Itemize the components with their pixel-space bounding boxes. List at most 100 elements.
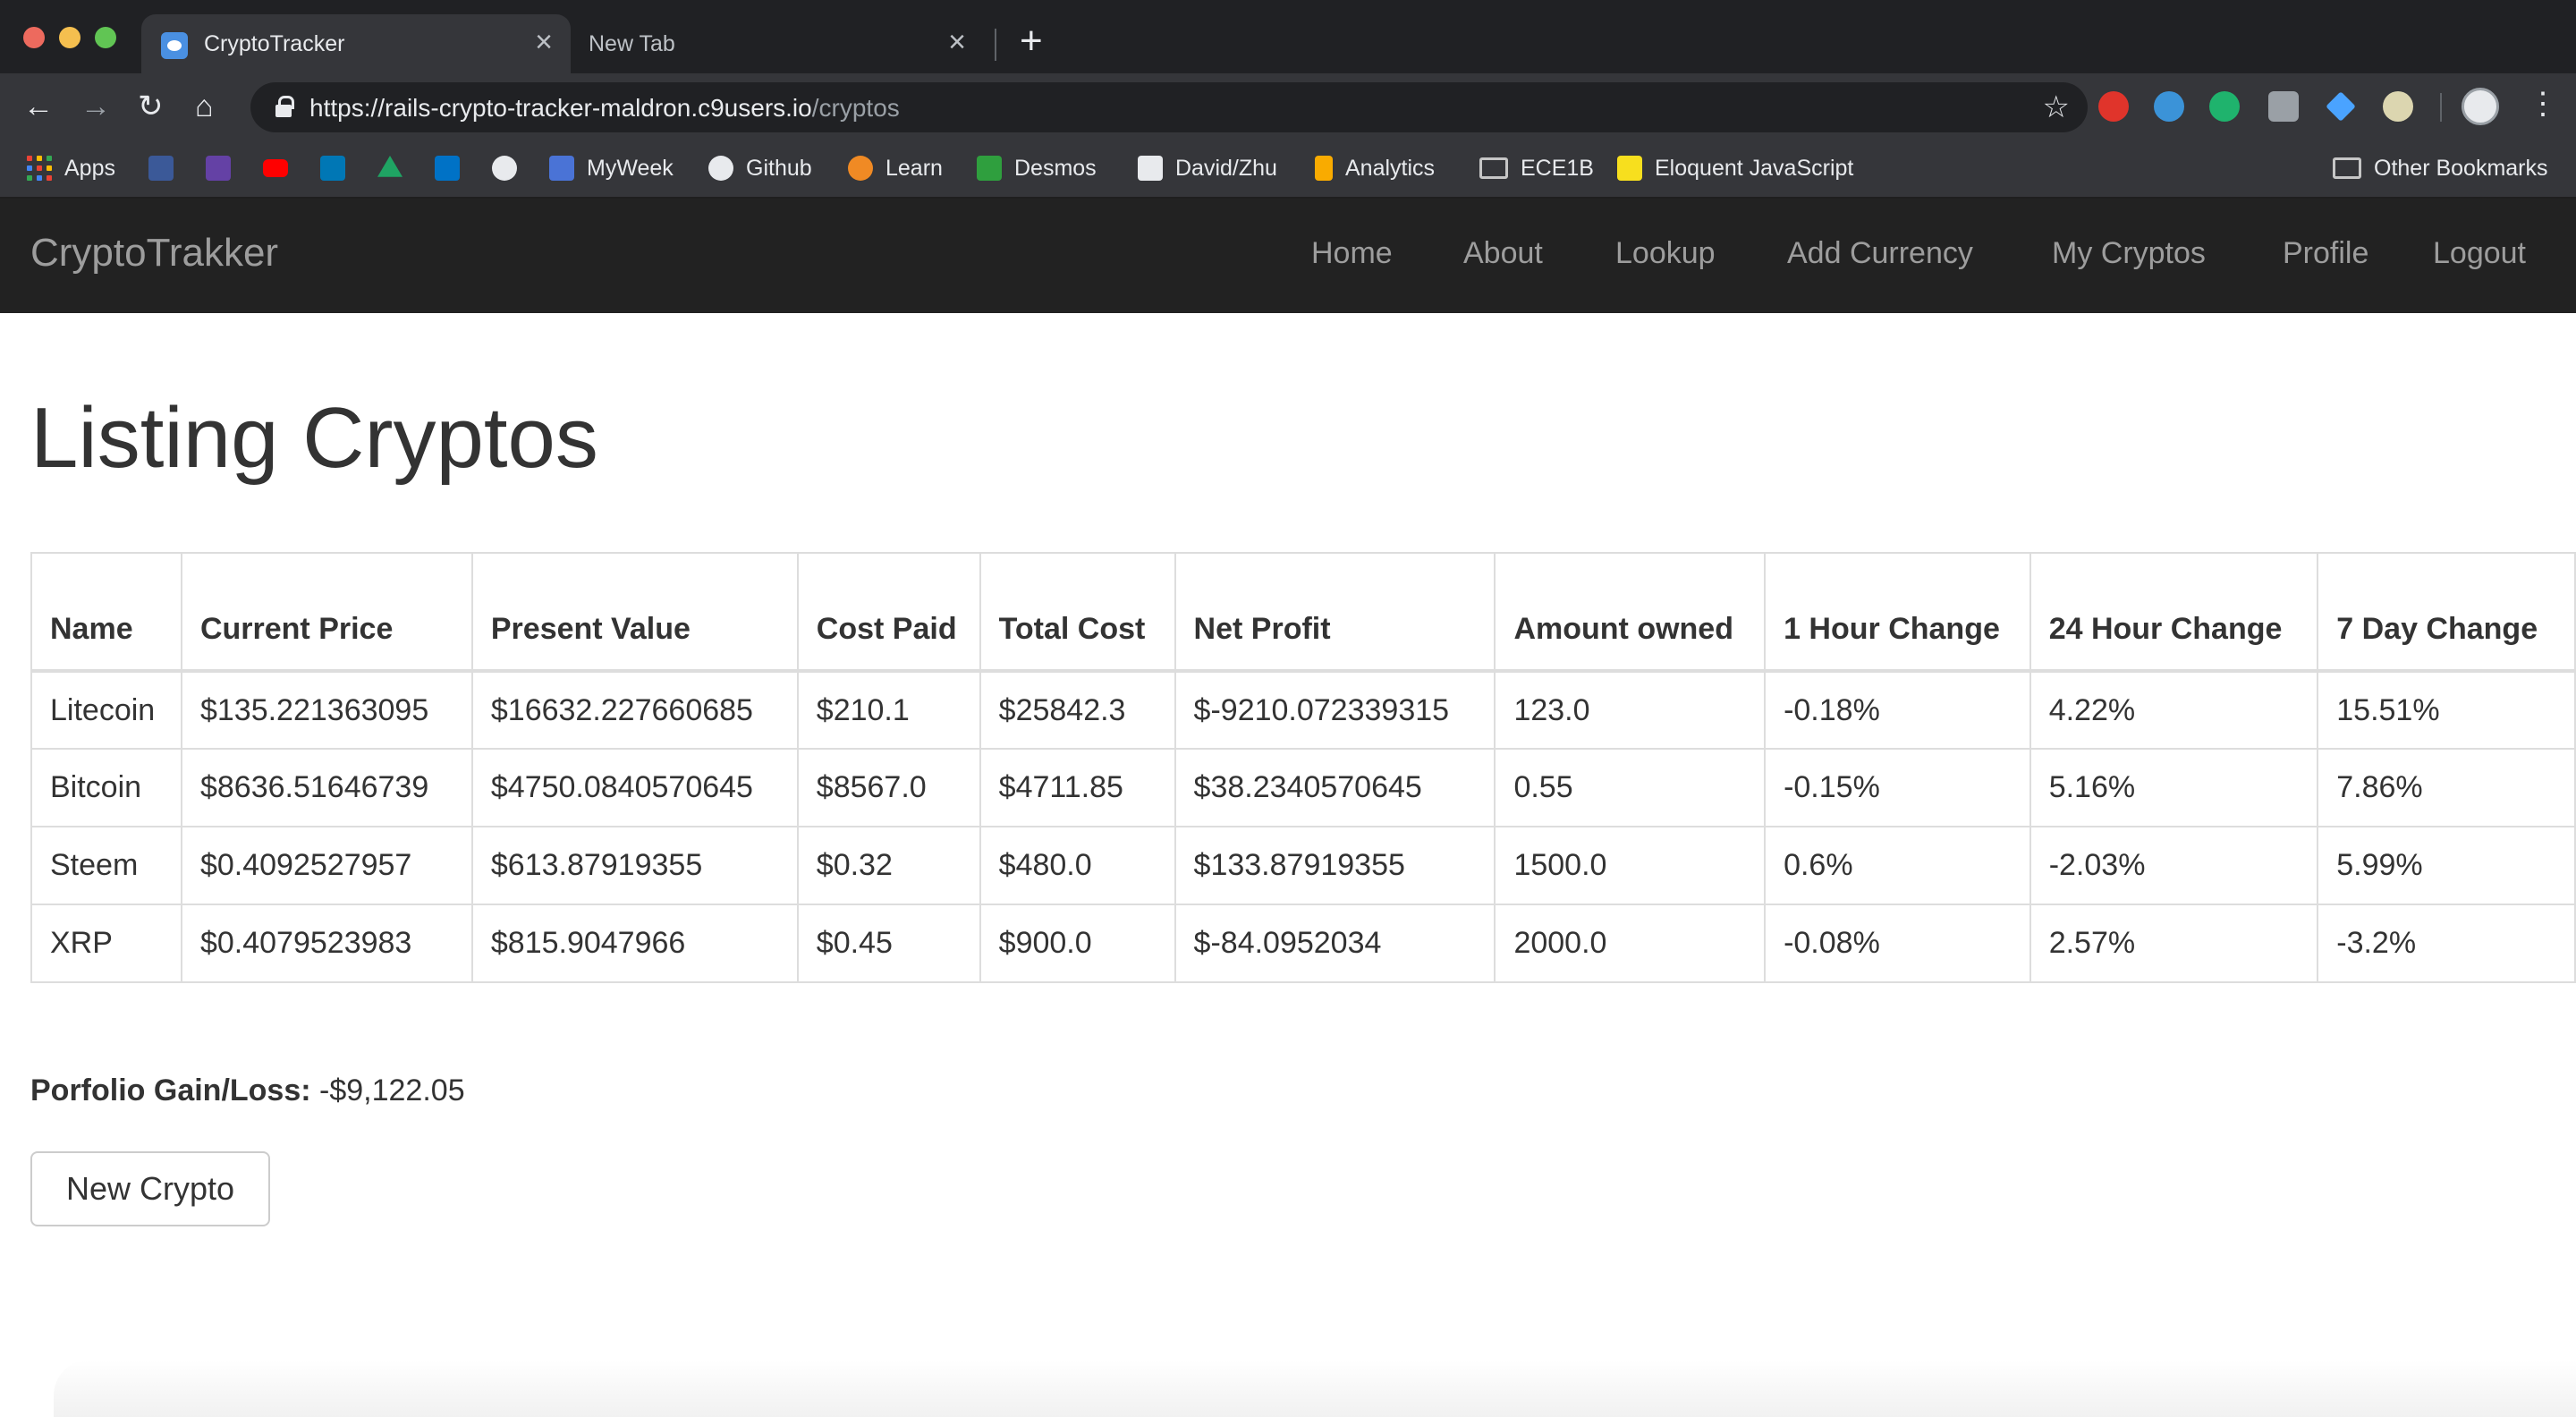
nav-profile[interactable]: Profile [2283, 236, 2368, 271]
bookmark-outlook[interactable] [435, 150, 460, 186]
bookmark-star-icon[interactable]: ☆ [2043, 89, 2070, 125]
adblock-extension-icon[interactable] [2098, 91, 2129, 122]
table-cell: $8567.0 [796, 748, 981, 827]
lock-icon[interactable] [275, 96, 294, 117]
bookmark-label: Analytics [1345, 155, 1436, 181]
table-cell: 5.16% [2029, 748, 2319, 827]
nav-lookup[interactable]: Lookup [1615, 236, 1716, 271]
address-bar[interactable]: https://rails-crypto-tracker-maldron.c9u… [250, 82, 2088, 132]
table-cell: $25842.3 [979, 670, 1176, 750]
folder-icon [1479, 157, 1508, 179]
tab-close-icon[interactable]: × [948, 27, 966, 57]
new-crypto-button[interactable]: New Crypto [30, 1151, 270, 1226]
tab-cryptotracker[interactable]: CryptoTracker × [141, 14, 571, 73]
column-header: Total Cost [979, 552, 1176, 673]
back-arrow-icon[interactable]: ← [23, 89, 54, 123]
bookmark-globe[interactable] [492, 150, 517, 186]
table-cell: 123.0 [1494, 670, 1767, 750]
table-cell: XRP [30, 904, 182, 983]
lightbulb-extension-icon[interactable] [2383, 91, 2413, 122]
cryptos-table: Name Current Price Present Value Cost Pa… [30, 552, 2576, 983]
url-text[interactable]: https://rails-crypto-tracker-maldron.c9u… [309, 94, 900, 123]
nav-my-cryptos[interactable]: My Cryptos [2052, 236, 2206, 271]
nav-about[interactable]: About [1463, 236, 1543, 271]
table-cell: $815.9047966 [470, 904, 799, 983]
bookmark-david-zhu[interactable]: David/Zhu [1138, 150, 1277, 186]
reload-icon[interactable]: ↻ [138, 89, 164, 123]
brand-link[interactable]: CryptoTrakker [30, 231, 278, 276]
bookmark-myweek[interactable]: MyWeek [549, 150, 674, 186]
forward-arrow-icon[interactable]: → [80, 89, 111, 123]
minimize-window-button[interactable] [59, 27, 80, 48]
nav-home[interactable]: Home [1311, 236, 1393, 271]
grammarly-extension-icon[interactable] [2209, 91, 2240, 122]
column-header: Cost Paid [796, 552, 981, 673]
bookmark-desmos[interactable]: Desmos [977, 150, 1097, 186]
bookmark-github[interactable]: Github [708, 150, 812, 186]
table-cell: 5.99% [2317, 826, 2576, 905]
table-cell: -0.15% [1764, 748, 2031, 827]
tab-divider [995, 29, 996, 61]
ejs-icon [1617, 156, 1642, 181]
nav-logout[interactable]: Logout [2433, 236, 2526, 271]
bookmarks-bar: Apps MyWeek Github Learn Desmos David/Zh… [0, 140, 2576, 199]
table-cell: 15.51% [2317, 670, 2576, 750]
bookmark-youtube[interactable] [263, 150, 288, 186]
bookmark-eloquent-javascript[interactable]: Eloquent JavaScript [1617, 150, 1853, 186]
table-cell: 4.22% [2029, 670, 2319, 750]
profile-avatar[interactable] [2462, 88, 2499, 125]
table-cell: $210.1 [796, 670, 981, 750]
table-row: Litecoin $135.221363095 $16632.227660685… [30, 670, 2576, 750]
bookmark-linkedin[interactable] [320, 150, 345, 186]
bookmark-label: Desmos [1014, 155, 1097, 181]
bookmark-other-bookmarks[interactable]: Other Bookmarks [2333, 150, 2548, 186]
bookmark-google-drive[interactable] [377, 150, 402, 186]
bookmark-twitch[interactable] [206, 150, 231, 186]
tab-new-tab[interactable]: New Tab × [572, 14, 984, 73]
table-cell: 0.6% [1764, 826, 2031, 905]
nav-add-currency[interactable]: Add Currency [1787, 236, 1973, 271]
table-cell: Bitcoin [30, 748, 182, 827]
table-cell: $-9210.072339315 [1174, 670, 1496, 750]
table-cell: 2.57% [2029, 904, 2319, 983]
table-cell: -0.08% [1764, 904, 2031, 983]
globe-icon [492, 156, 517, 181]
column-header: Current Price [180, 552, 473, 673]
bookmark-facebook[interactable] [148, 150, 174, 186]
column-header: Amount owned [1494, 552, 1767, 673]
youtube-icon [263, 159, 288, 177]
table-cell: 7.86% [2317, 748, 2576, 827]
w-extension-icon[interactable] [2154, 91, 2184, 122]
portfolio-value: -$9,122.05 [319, 1073, 465, 1107]
column-header: Present Value [470, 552, 799, 673]
bookmark-apps[interactable]: Apps [27, 150, 115, 186]
extension-icon[interactable] [2268, 91, 2299, 122]
column-header: 24 Hour Change [2029, 552, 2319, 673]
maximize-window-button[interactable] [95, 27, 116, 48]
url-host: https://rails-crypto-tracker-maldron.c9u… [309, 94, 812, 122]
tab-strip: CryptoTracker × New Tab × + [0, 0, 2576, 73]
table-cell: $0.4092527957 [180, 826, 473, 905]
close-window-button[interactable] [23, 27, 45, 48]
table-cell: 2000.0 [1494, 904, 1767, 983]
bookmark-analytics[interactable]: Analytics [1315, 150, 1435, 186]
bookmark-learn[interactable]: Learn [848, 150, 943, 186]
bookmark-label: David/Zhu [1175, 155, 1277, 181]
menu-icon[interactable]: ⋮ [2528, 86, 2558, 122]
browser-chrome: CryptoTracker × New Tab × + ← → ↻ ⌂ http… [0, 0, 2576, 199]
diamond-extension-icon[interactable] [2326, 91, 2356, 122]
column-header: Net Profit [1174, 552, 1496, 673]
table-row: Bitcoin $8636.51646739 $4750.0840570645 … [30, 748, 2576, 827]
facebook-icon [148, 156, 174, 181]
home-icon[interactable]: ⌂ [195, 89, 214, 123]
google-drive-icon [377, 156, 402, 177]
outlook-icon [435, 156, 460, 181]
bookmark-label: Apps [64, 155, 115, 181]
portfolio-summary: Porfolio Gain/Loss: -$9,122.05 [30, 1073, 465, 1108]
table-row: Steem $0.4092527957 $613.87919355 $0.32 … [30, 826, 2576, 905]
toolbar-divider [2440, 93, 2442, 122]
new-tab-button[interactable]: + [1020, 21, 1043, 61]
tab-title: New Tab [589, 31, 675, 56]
bookmark-ece1b[interactable]: ECE1B [1479, 150, 1594, 186]
tab-close-icon[interactable]: × [535, 27, 553, 57]
